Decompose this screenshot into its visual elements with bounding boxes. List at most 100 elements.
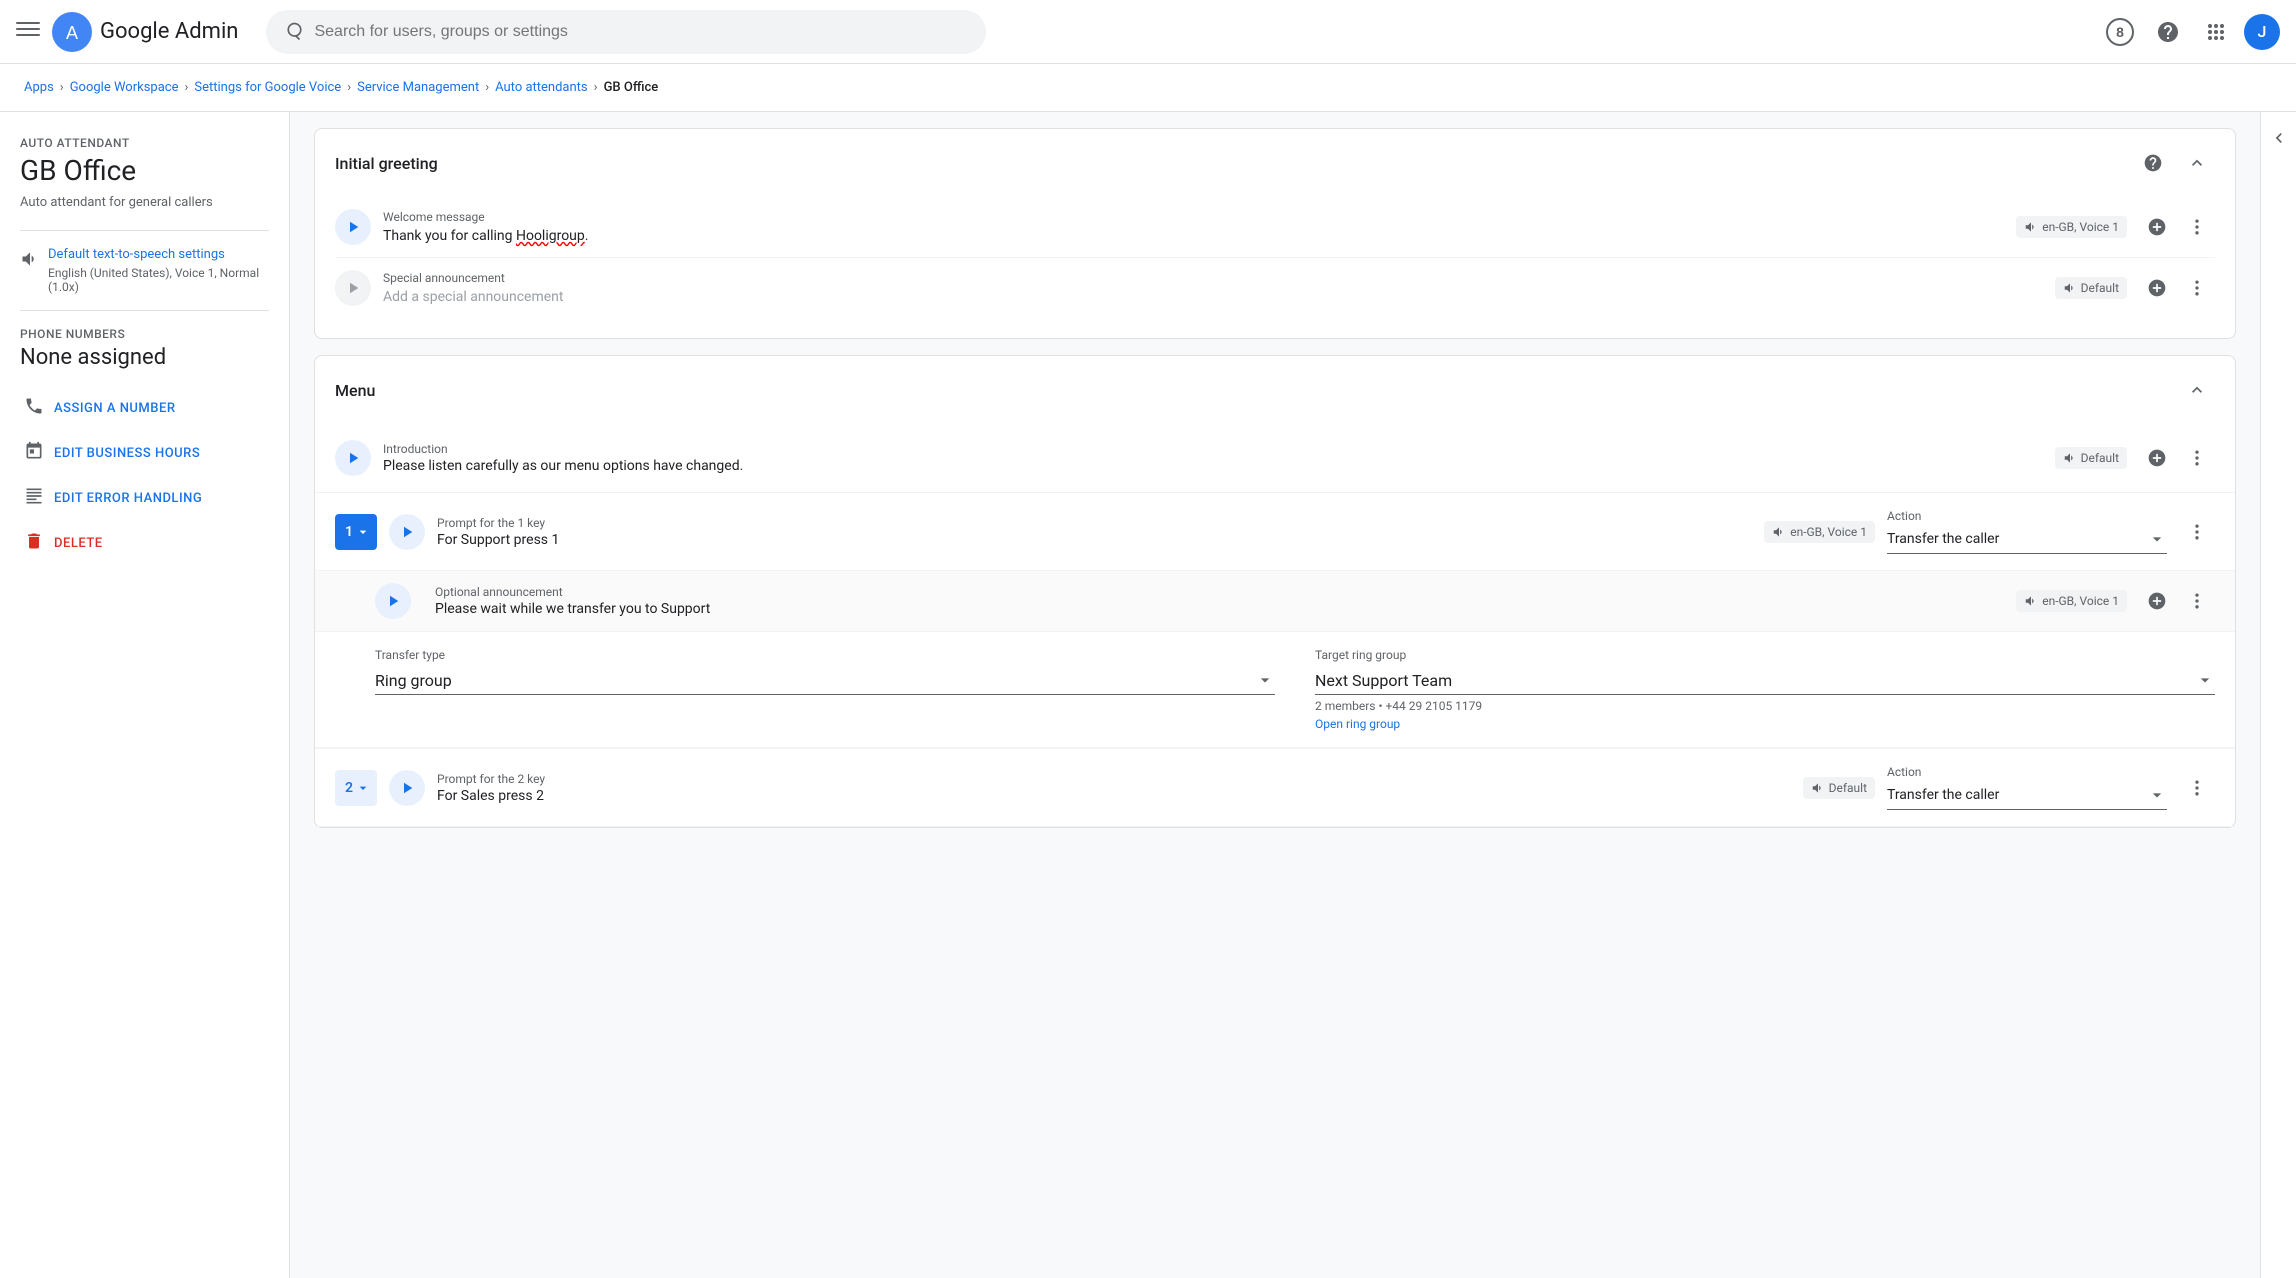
welcome-voice-label: en-GB, Voice 1 <box>2042 220 2119 234</box>
key1-section: 1 Prompt for the 1 key For Support press… <box>315 493 2235 749</box>
key1-prompt-content: Prompt for the 1 key For Support press 1 <box>437 516 1752 548</box>
key2-action-dropdown[interactable]: Transfer the caller <box>1887 781 2167 810</box>
key1-more-button[interactable] <box>2179 514 2215 550</box>
key1-badge[interactable]: 1 <box>335 514 377 550</box>
intro-more-button[interactable] <box>2179 440 2215 476</box>
breadcrumb-auto-attendants[interactable]: Auto attendants <box>495 80 588 95</box>
search-bar <box>266 10 986 54</box>
breadcrumb-google-workspace[interactable]: Google Workspace <box>70 80 179 95</box>
breadcrumb: Apps › Google Workspace › Settings for G… <box>0 64 2296 112</box>
key2-more-button[interactable] <box>2179 770 2215 806</box>
edit-error-handling-button[interactable]: EDIT ERROR HANDLING <box>20 476 269 521</box>
initial-greeting-help-button[interactable] <box>2135 145 2171 181</box>
sidebar-divider-2 <box>20 310 269 311</box>
welcome-message-row: Welcome message Thank you for calling Ho… <box>335 197 2215 258</box>
special-add-button[interactable] <box>2139 270 2175 306</box>
assign-number-button[interactable]: ASSIGN A NUMBER <box>20 386 269 431</box>
key2-voice-label: Default <box>1829 781 1867 795</box>
breadcrumb-sep-4: › <box>485 80 489 95</box>
app-logo[interactable]: A Google Admin <box>52 12 238 52</box>
apps-grid-button[interactable] <box>2196 12 2236 52</box>
breadcrumb-service-management[interactable]: Service Management <box>357 80 479 95</box>
key1-optional-play-button[interactable] <box>375 583 411 619</box>
key1-optional-content: Optional announcement Please wait while … <box>435 585 2004 617</box>
search-input[interactable] <box>314 23 970 41</box>
key2-badge[interactable]: 2 <box>335 770 377 806</box>
delete-button[interactable]: DELETE <box>20 521 269 566</box>
breadcrumb-settings-voice[interactable]: Settings for Google Voice <box>194 80 341 95</box>
sidebar-subtitle: Auto attendant for general callers <box>20 195 269 210</box>
key1-target-group-dropdown[interactable]: Next Support Team <box>1315 666 2215 695</box>
key1-open-ring-group-link[interactable]: Open ring group <box>1315 717 2215 731</box>
breadcrumb-current: GB Office <box>604 80 659 95</box>
key1-optional-actions <box>2139 583 2215 619</box>
help-button[interactable] <box>2148 12 2188 52</box>
sidebar-phone-numbers-label: Phone numbers <box>20 327 269 341</box>
intro-add-button[interactable] <box>2139 440 2175 476</box>
key1-target-group-label: Target ring group <box>1315 648 2215 662</box>
phone-icon <box>24 396 44 421</box>
key1-transfer-type-label: Transfer type <box>375 648 1275 662</box>
key1-voice-label: en-GB, Voice 1 <box>1790 525 1867 539</box>
welcome-play-button[interactable] <box>335 209 371 245</box>
help-number-badge: 8 <box>2106 18 2134 46</box>
menu-collapse-button[interactable] <box>2179 372 2215 408</box>
hooligroup-text: Hooligroup <box>516 228 585 244</box>
key1-row: 1 Prompt for the 1 key For Support press… <box>315 493 2235 571</box>
edit-error-label: EDIT ERROR HANDLING <box>54 491 202 506</box>
key1-optional-add-button[interactable] <box>2139 583 2175 619</box>
edit-hours-label: EDIT BUSINESS HOURS <box>54 446 200 461</box>
intro-content: Introduction Please listen carefully as … <box>383 442 2043 474</box>
intro-voice-label: Default <box>2081 451 2119 465</box>
intro-label: Introduction <box>383 442 2043 456</box>
key1-action-label: Action <box>1887 509 2167 523</box>
calendar-icon <box>24 441 44 466</box>
intro-text: Please listen carefully as our menu opti… <box>383 458 2043 474</box>
welcome-message-label: Welcome message <box>383 210 2004 224</box>
key2-play-button[interactable] <box>389 770 425 806</box>
initial-greeting-collapse-button[interactable] <box>2179 145 2215 181</box>
user-avatar[interactable]: J <box>2244 14 2280 50</box>
edit-business-hours-button[interactable]: EDIT BUSINESS HOURS <box>20 431 269 476</box>
sidebar-divider-1 <box>20 230 269 231</box>
key1-optional-more-button[interactable] <box>2179 583 2215 619</box>
key1-action-dropdown[interactable]: Transfer the caller <box>1887 525 2167 554</box>
welcome-more-button[interactable] <box>2179 209 2215 245</box>
special-announcement-content: Special announcement Add a special annou… <box>383 271 2043 305</box>
intro-play-button[interactable] <box>335 440 371 476</box>
right-panel[interactable] <box>2260 112 2296 1278</box>
special-play-button[interactable] <box>335 270 371 306</box>
breadcrumb-sep-5: › <box>594 80 598 95</box>
key1-transfer-row: Transfer type Ring group Target ring gro… <box>315 632 2235 748</box>
welcome-message-text: Thank you for calling Hooligroup. <box>383 228 2004 244</box>
key1-transfer-type-dropdown[interactable]: Ring group <box>375 666 1275 695</box>
breadcrumb-apps[interactable]: Apps <box>24 80 54 95</box>
initial-greeting-title: Initial greeting <box>335 154 438 173</box>
special-more-button[interactable] <box>2179 270 2215 306</box>
menu-intro-row: Introduction Please listen carefully as … <box>315 424 2235 493</box>
welcome-message-content: Welcome message Thank you for calling Ho… <box>383 210 2004 244</box>
breadcrumb-sep-3: › <box>347 80 351 95</box>
special-voice-label: Default <box>2081 281 2119 295</box>
sidebar-tts-label[interactable]: Default text-to-speech settings <box>48 247 269 262</box>
key1-play-button[interactable] <box>389 514 425 550</box>
sidebar-tts-detail: English (United States), Voice 1, Normal… <box>48 266 269 294</box>
menu-header[interactable]: Menu <box>315 356 2235 424</box>
sidebar-tts: Default text-to-speech settings English … <box>20 247 269 294</box>
key2-prompt-text: For Sales press 2 <box>437 788 1791 804</box>
menu-icon[interactable] <box>16 17 40 46</box>
key1-optional-text: Please wait while we transfer you to Sup… <box>435 601 2004 617</box>
key1-transfer-type-text: Ring group <box>375 671 452 690</box>
intro-voice-badge: Default <box>2055 447 2127 469</box>
key2-row: 2 Prompt for the 2 key For Sales press 2… <box>315 749 2235 827</box>
key1-optional-label: Optional announcement <box>435 585 2004 599</box>
main-content: Initial greeting Welc <box>290 112 2260 1278</box>
key1-prompt-text: For Support press 1 <box>437 532 1752 548</box>
welcome-add-button[interactable] <box>2139 209 2175 245</box>
initial-greeting-header[interactable]: Initial greeting <box>315 129 2235 197</box>
delete-icon <box>24 531 44 556</box>
help-badge-button[interactable]: 8 <box>2100 12 2140 52</box>
key2-section: 2 Prompt for the 2 key For Sales press 2… <box>315 749 2235 827</box>
key2-action-label: Action <box>1887 765 2167 779</box>
key1-target-group-text: Next Support Team <box>1315 671 1452 690</box>
